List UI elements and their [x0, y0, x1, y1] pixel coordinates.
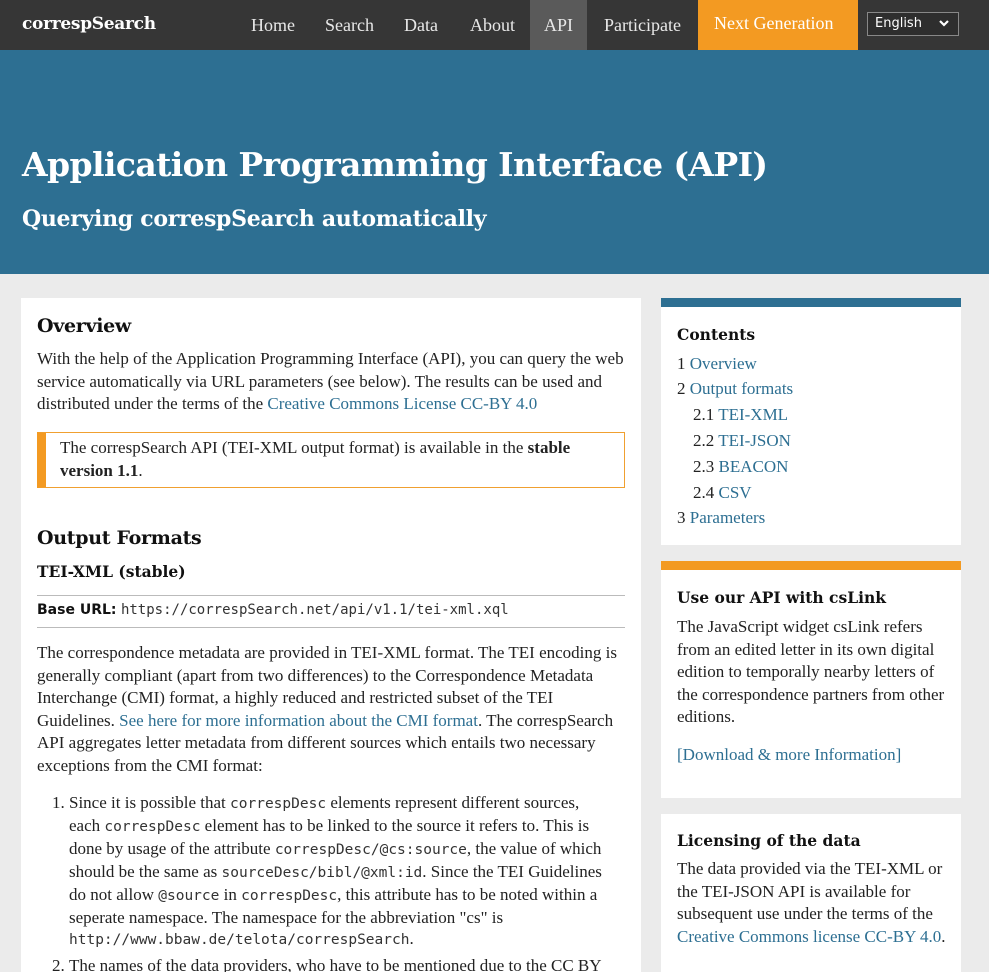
toc-item-csv: 2.4 CSV: [693, 483, 752, 502]
nav-item-search[interactable]: Search: [309, 0, 390, 50]
toc-item-output-formats: 2 Output formats: [677, 379, 794, 398]
toc-item-tei-xml: 2.1 TEI-XML: [693, 405, 789, 424]
cmi-exceptions-list: Since it is possible that correspDesc el…: [53, 792, 613, 972]
overview-paragraph: With the help of the Application Program…: [37, 349, 624, 413]
cslink-card: Use our API with csLink The JavaScript w…: [661, 561, 961, 798]
page-title: Application Programming Interface (API): [22, 145, 768, 184]
chevron-down-icon: [939, 20, 949, 27]
licensing-cc-link[interactable]: Creative Commons license CC-BY 4.0: [677, 927, 941, 946]
cslink-download-link[interactable]: [Download & more Information]: [677, 744, 949, 767]
licensing-card: Licensing of the data The data provided …: [661, 814, 961, 972]
nav-item-api[interactable]: API: [530, 0, 587, 50]
top-navbar: correspSearch Home Search Data About API…: [0, 0, 989, 50]
hero-banner: Application Programming Interface (API) …: [0, 50, 989, 274]
cslink-text: The JavaScript widget csLink refers from…: [677, 617, 945, 726]
toc-item-parameters: 3 Parameters: [677, 508, 766, 527]
stable-version-note: The correspSearch API (TEI-XML output fo…: [37, 432, 625, 488]
nav-item-participate[interactable]: Participate: [588, 0, 697, 50]
base-url-label: Base URL:: [37, 602, 117, 618]
output-formats-heading: Output Formats: [37, 527, 202, 549]
licensing-text: The data provided via the TEI-XML or the…: [677, 859, 946, 946]
toc-item-beacon: 2.3 BEACON: [693, 457, 789, 476]
list-item: The names of the data providers, who hav…: [69, 955, 613, 972]
base-url-value: https://correspSearch.net/api/v1.1/tei-x…: [120, 602, 509, 618]
licensing-title: Licensing of the data: [677, 831, 861, 850]
base-url-box: Base URL: https://correspSearch.net/api/…: [37, 595, 625, 628]
tei-xml-heading: TEI-XML (stable): [37, 562, 186, 581]
language-select-value: English: [875, 16, 922, 31]
page-subtitle: Querying correspSearch automatically: [22, 206, 487, 232]
toc-item-tei-json: 2.2 TEI-JSON: [693, 431, 791, 450]
cc-by-license-link[interactable]: Creative Commons License CC-BY 4.0: [267, 394, 537, 413]
nav-item-data[interactable]: Data: [388, 0, 454, 50]
cmi-format-link[interactable]: See here for more information about the …: [119, 711, 478, 730]
main-content: Overview With the help of the Applicatio…: [21, 298, 641, 972]
cslink-title: Use our API with csLink: [677, 588, 887, 607]
overview-heading: Overview: [37, 315, 131, 337]
brand-logo[interactable]: correspSearch: [22, 14, 156, 34]
list-item: Since it is possible that correspDesc el…: [69, 792, 613, 951]
contents-card: Contents 1 Overview 2 Output formats 2.1…: [661, 298, 961, 545]
language-select[interactable]: English: [867, 12, 959, 36]
contents-title: Contents: [677, 325, 756, 344]
nav-item-home[interactable]: Home: [235, 0, 311, 50]
toc-item-overview: 1 Overview: [677, 354, 757, 373]
tei-xml-paragraph: The correspondence metadata are provided…: [37, 643, 617, 775]
next-generation-button[interactable]: Next Generation: [698, 0, 858, 50]
nav-item-about[interactable]: About: [454, 0, 531, 50]
